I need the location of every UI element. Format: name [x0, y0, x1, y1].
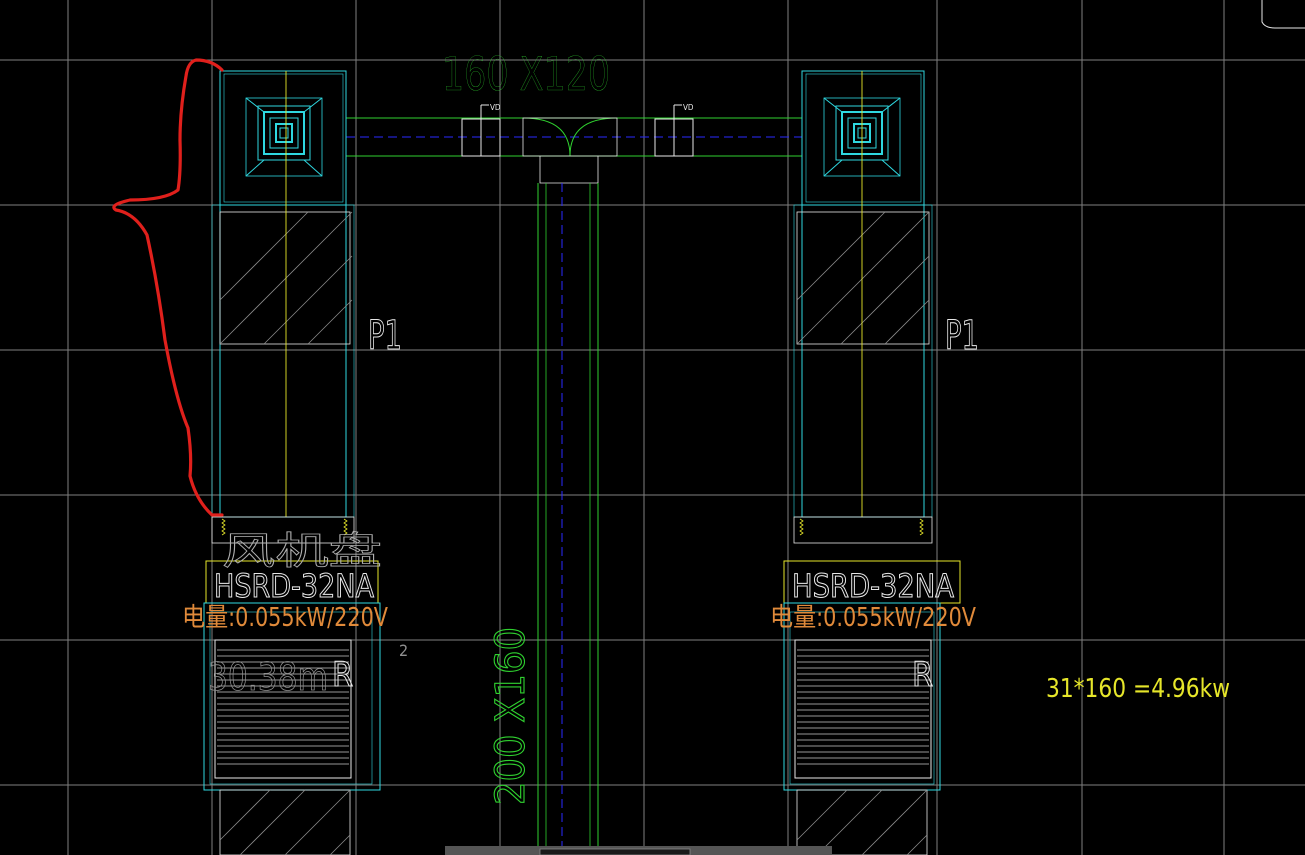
grille-tag-left: R: [332, 655, 353, 695]
supply-duct-vertical[interactable]: [537, 183, 599, 855]
hatch-bottom-left: [219, 789, 351, 855]
damper-tag-right: VD: [683, 103, 694, 112]
horizontal-scrollbar[interactable]: [445, 846, 832, 855]
damper-tag-left: VD: [490, 103, 501, 112]
grille-tag-right: R: [912, 655, 933, 695]
red-markup-annotation[interactable]: [112, 58, 224, 517]
duct-size-vertical-label: 200 X160: [488, 627, 534, 805]
cad-drawing-canvas[interactable]: VD VD 160 X120 200 X160 P1 P1 风机盘 HSRD-3…: [0, 0, 1305, 855]
scrollbar-thumb[interactable]: [539, 848, 691, 855]
fan-coil-unit-right[interactable]: [783, 70, 961, 855]
volume-damper-right[interactable]: VD: [654, 103, 694, 157]
volume-damper-left[interactable]: VD: [461, 103, 501, 157]
corner-fragment: [1261, 0, 1305, 29]
power-label-right: 电量:0.055kW/220V: [770, 603, 976, 633]
return-grille-right: [797, 649, 929, 765]
supply-duct-horizontal[interactable]: [346, 117, 802, 184]
hatch-insulation-right: [796, 211, 930, 345]
fan-coil-unit-left[interactable]: [203, 70, 381, 855]
duct-size-top-label: 160 X120: [442, 47, 610, 101]
grid-lines: [0, 0, 1305, 855]
model-label-left: HSRD-32NA: [214, 567, 374, 605]
hatch-bottom-right: [796, 789, 928, 855]
model-label-right: HSRD-32NA: [792, 567, 954, 605]
power-label-left: 电量:0.055kW/220V: [182, 603, 388, 633]
unit-tag-left: P1: [368, 313, 402, 359]
area-superscript: 2: [399, 641, 408, 660]
area-label: 30.38m: [208, 655, 328, 699]
unit-tag-right: P1: [945, 313, 979, 359]
square-diffuser-left: [245, 97, 323, 177]
calc-note: 31*160 =4.96kw: [1046, 674, 1230, 704]
